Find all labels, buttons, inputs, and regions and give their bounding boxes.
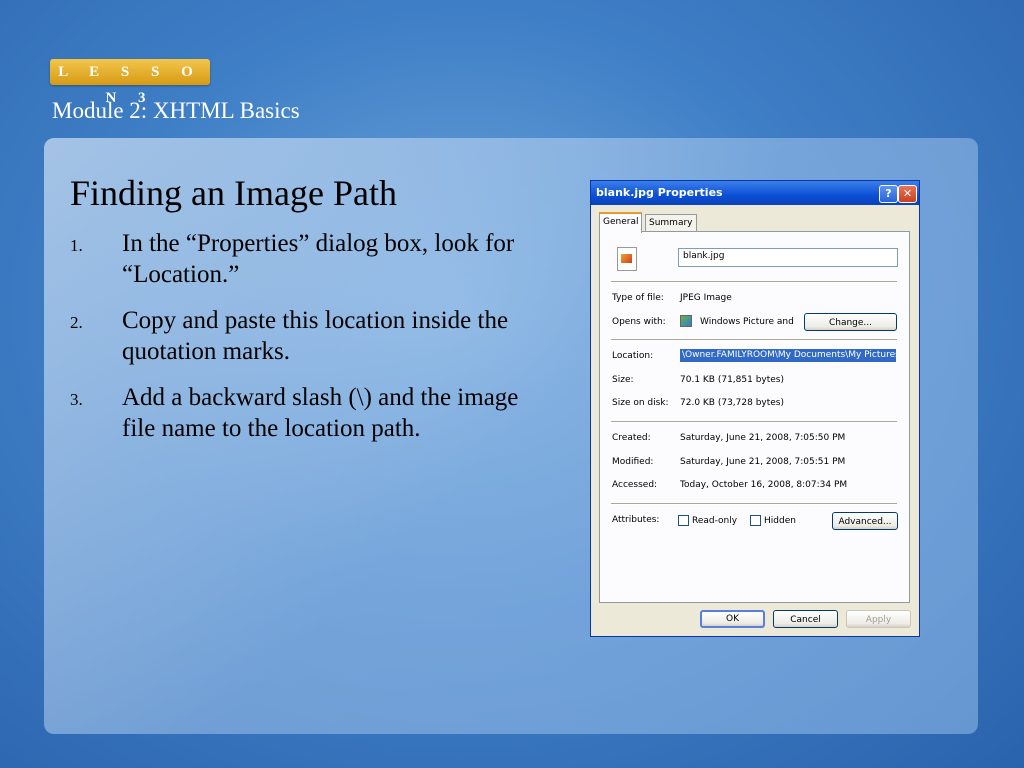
jpeg-file-icon bbox=[617, 247, 637, 271]
tab-page-general bbox=[599, 231, 910, 603]
help-button[interactable]: ? bbox=[879, 185, 898, 203]
tab-general[interactable]: General bbox=[599, 212, 643, 233]
created-value: Saturday, June 21, 2008, 7:05:50 PM bbox=[680, 433, 846, 443]
step-number: 3. bbox=[70, 390, 83, 409]
step-number: 2. bbox=[70, 313, 83, 332]
opens-value: Windows Picture and F bbox=[700, 317, 796, 327]
picture-viewer-icon bbox=[680, 315, 692, 327]
divider bbox=[611, 421, 897, 423]
list-item: 1. In the “Properties” dialog box, look … bbox=[70, 228, 550, 290]
divider bbox=[611, 281, 897, 283]
tab-summary[interactable]: Summary bbox=[645, 214, 697, 231]
hidden-checkbox[interactable] bbox=[750, 515, 761, 526]
file-name-field[interactable]: blank.jpg bbox=[678, 248, 898, 267]
advanced-button[interactable]: Advanced... bbox=[832, 512, 898, 530]
step-text: Copy and paste this location inside the … bbox=[122, 307, 509, 365]
size-on-disk-value: 72.0 KB (73,728 bytes) bbox=[680, 398, 785, 408]
lesson-badge: L E S S O N 3 bbox=[50, 59, 210, 106]
modified-value: Saturday, June 21, 2008, 7:05:51 PM bbox=[680, 457, 846, 467]
change-button[interactable]: Change... bbox=[804, 313, 897, 331]
size-label: Size: bbox=[612, 375, 634, 385]
ok-button[interactable]: OK bbox=[700, 610, 765, 628]
step-text: In the “Properties” dialog box, look for… bbox=[122, 230, 515, 288]
readonly-label: Read-only bbox=[692, 516, 738, 526]
size-on-disk-label: Size on disk: bbox=[612, 398, 669, 408]
attributes-label: Attributes: bbox=[612, 515, 660, 525]
location-label: Location: bbox=[612, 351, 654, 361]
type-value: JPEG Image bbox=[680, 293, 732, 303]
step-text: Add a backward slash (\) and the image f… bbox=[122, 384, 519, 442]
dialog-title: blank.jpg Properties bbox=[596, 186, 723, 199]
accessed-value: Today, October 16, 2008, 8:07:34 PM bbox=[680, 480, 848, 490]
size-value: 70.1 KB (71,851 bytes) bbox=[680, 375, 785, 385]
created-label: Created: bbox=[612, 433, 651, 443]
slide-title: Finding an Image Path bbox=[70, 173, 397, 213]
dialog-titlebar[interactable]: blank.jpg Properties ? ✕ bbox=[591, 181, 919, 205]
apply-button[interactable]: Apply bbox=[846, 610, 911, 628]
hidden-label: Hidden bbox=[764, 516, 796, 526]
steps-list: 1. In the “Properties” dialog box, look … bbox=[70, 228, 550, 459]
divider bbox=[611, 503, 897, 505]
properties-dialog: blank.jpg Properties ? ✕ General Summary… bbox=[590, 180, 920, 637]
modified-label: Modified: bbox=[612, 457, 654, 467]
module-title: Module 2: XHTML Basics bbox=[52, 98, 300, 123]
accessed-label: Accessed: bbox=[612, 480, 658, 490]
list-item: 2. Copy and paste this location inside t… bbox=[70, 305, 550, 367]
divider bbox=[611, 339, 897, 341]
close-button[interactable]: ✕ bbox=[898, 185, 917, 203]
location-value[interactable]: \Owner.FAMILYROOM\My Documents\My Pictur… bbox=[680, 349, 896, 362]
cancel-button[interactable]: Cancel bbox=[773, 610, 838, 628]
list-item: 3. Add a backward slash (\) and the imag… bbox=[70, 382, 550, 444]
opens-label: Opens with: bbox=[612, 317, 666, 327]
readonly-checkbox[interactable] bbox=[678, 515, 689, 526]
step-number: 1. bbox=[70, 236, 83, 255]
type-label: Type of file: bbox=[612, 293, 664, 303]
